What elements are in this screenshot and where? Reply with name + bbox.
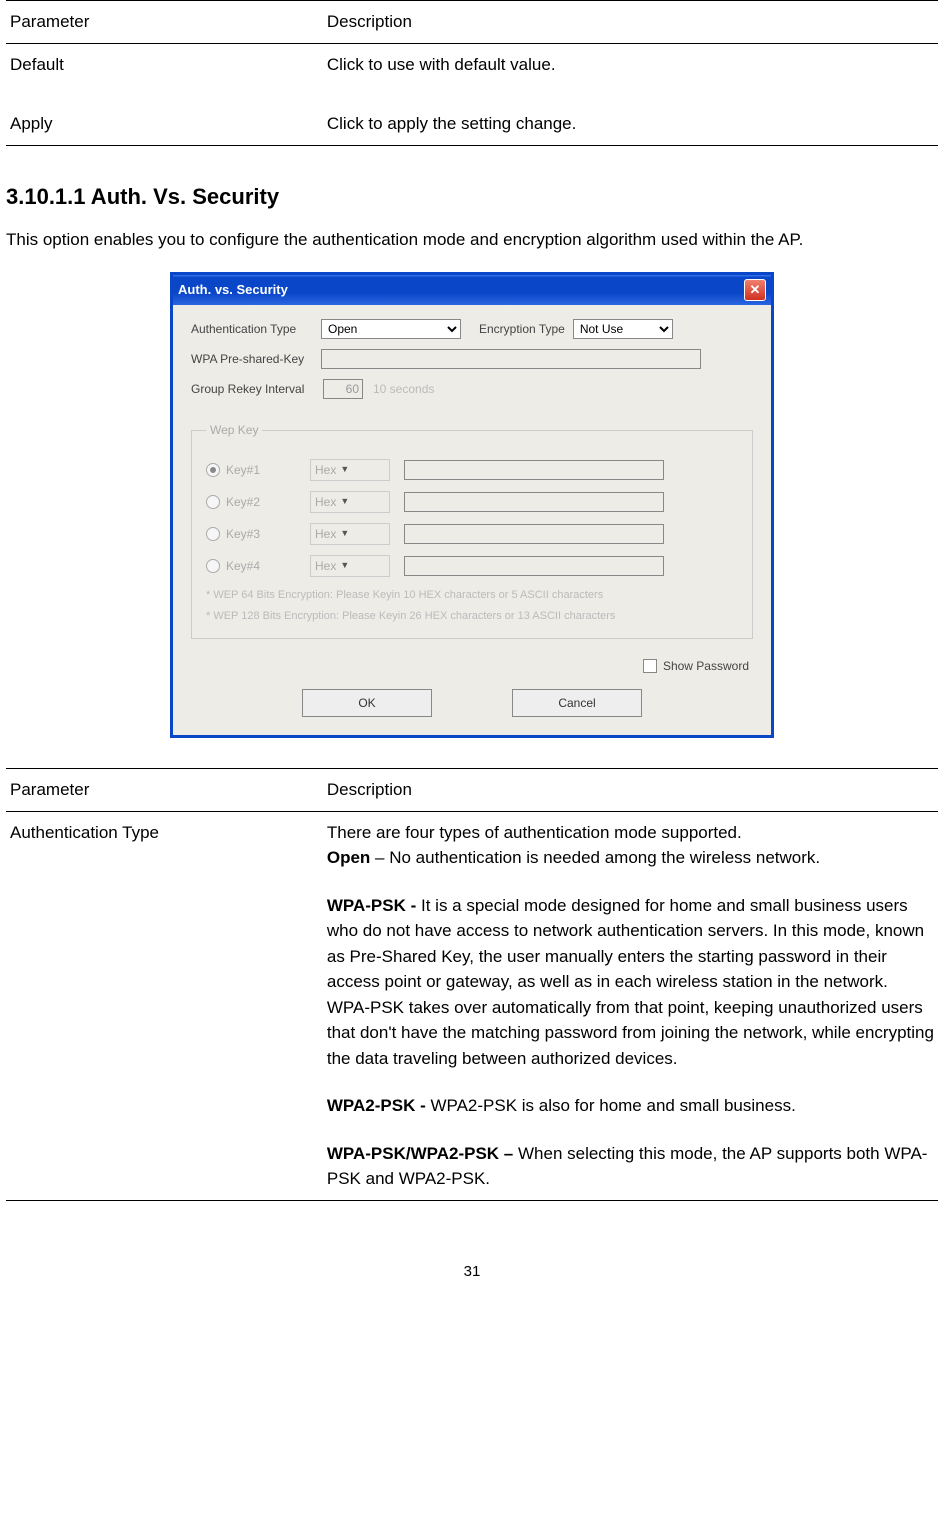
key3-input [404, 524, 664, 544]
key1-input [404, 460, 664, 480]
dialog-title: Auth. vs. Security [178, 280, 288, 300]
cell-param: Default [6, 43, 323, 85]
dialog-titlebar: Auth. vs. Security ✕ [173, 275, 771, 305]
auth-desc-both: WPA-PSK/WPA2-PSK – When selecting this m… [327, 1141, 934, 1192]
label-enc-type: Encryption Type [479, 320, 565, 338]
ok-button[interactable]: OK [302, 689, 432, 717]
radio-key4 [206, 559, 220, 573]
page-number: 31 [6, 1261, 938, 1284]
label-key4: Key#4 [226, 557, 260, 575]
auth-desc-open: Open – No authentication is needed among… [327, 845, 934, 871]
radio-key2 [206, 495, 220, 509]
cell-param: Apply [6, 85, 323, 145]
chevron-down-icon: ▼ [340, 495, 349, 509]
cancel-button[interactable]: Cancel [512, 689, 642, 717]
label-show-password: Show Password [663, 657, 749, 675]
radio-key1 [206, 463, 220, 477]
radio-key3 [206, 527, 220, 541]
auth-desc-wpapsk: WPA-PSK - It is a special mode designed … [327, 893, 934, 1072]
cell-desc: Click to use with default value. [323, 43, 938, 85]
wep-hint-2: * WEP 128 Bits Encryption: Please Keyin … [206, 608, 738, 625]
close-icon[interactable]: ✕ [744, 279, 766, 301]
group-rekey-input [323, 379, 363, 399]
auth-security-dialog: Auth. vs. Security ✕ Authentication Type… [170, 272, 774, 738]
table-row: Authentication Type There are four types… [6, 811, 938, 1200]
table-row: Default Click to use with default value. [6, 43, 938, 85]
key1-format-select: Hex▼ [310, 459, 390, 481]
wep-key-fieldset: Wep Key Key#1 Hex▼ Key#2 Hex▼ Key#3 Hex▼ [191, 421, 753, 639]
table-parameter-bottom: Parameter Description Authentication Typ… [6, 768, 938, 1201]
auth-desc-wpa2psk: WPA2-PSK - WPA2-PSK is also for home and… [327, 1093, 934, 1119]
chevron-down-icon: ▼ [340, 559, 349, 573]
table-header-param: Parameter [6, 769, 323, 812]
label-ten-seconds: 10 seconds [373, 380, 434, 398]
table-header-desc: Description [323, 769, 938, 812]
table-header-param: Parameter [6, 1, 323, 44]
cell-param: Authentication Type [6, 811, 323, 1200]
table-row: Apply Click to apply the setting change. [6, 85, 938, 145]
label-group-rekey: Group Rekey Interval [191, 380, 313, 398]
chevron-down-icon: ▼ [340, 463, 349, 477]
key2-format-select: Hex▼ [310, 491, 390, 513]
label-auth-type: Authentication Type [191, 320, 313, 338]
label-key1: Key#1 [226, 461, 260, 479]
key4-format-select: Hex▼ [310, 555, 390, 577]
wep-legend: Wep Key [206, 421, 262, 439]
cell-desc: Click to apply the setting change. [323, 85, 938, 145]
table-header-desc: Description [323, 1, 938, 44]
wep-hint-1: * WEP 64 Bits Encryption: Please Keyin 1… [206, 587, 738, 604]
section-heading: 3.10.1.1 Auth. Vs. Security [6, 180, 938, 213]
table-parameter-top: Parameter Description Default Click to u… [6, 0, 938, 146]
auth-type-select[interactable]: Open [321, 319, 461, 339]
show-password-checkbox[interactable] [643, 659, 657, 673]
auth-desc-intro: There are four types of authentication m… [327, 820, 934, 846]
enc-type-select[interactable]: Not Use [573, 319, 673, 339]
key3-format-select: Hex▼ [310, 523, 390, 545]
label-key3: Key#3 [226, 525, 260, 543]
wpa-psk-input [321, 349, 701, 369]
label-key2: Key#2 [226, 493, 260, 511]
label-wpa-psk: WPA Pre-shared-Key [191, 350, 313, 368]
cell-desc: There are four types of authentication m… [323, 811, 938, 1200]
key4-input [404, 556, 664, 576]
section-intro: This option enables you to configure the… [6, 227, 938, 253]
chevron-down-icon: ▼ [340, 527, 349, 541]
key2-input [404, 492, 664, 512]
